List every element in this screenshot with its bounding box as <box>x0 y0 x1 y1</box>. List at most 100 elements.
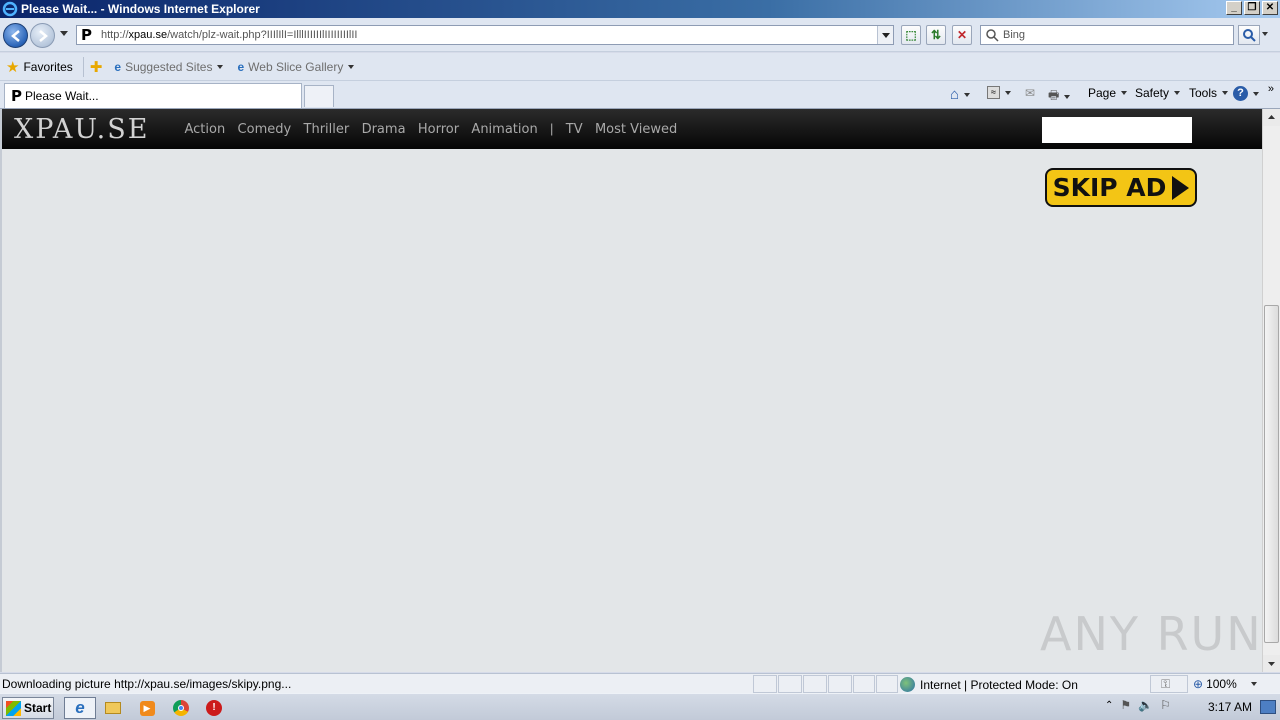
taskbar-clock[interactable]: 3:17 AM <box>1208 700 1252 714</box>
forward-button[interactable] <box>30 23 55 48</box>
status-panel <box>876 675 898 693</box>
feeds-button[interactable]: ≈ <box>987 86 1011 99</box>
favorites-button[interactable]: ★ Favorites <box>6 58 73 76</box>
restore-button[interactable]: ❐ <box>1244 1 1260 15</box>
status-text: Downloading picture http://xpau.se/image… <box>2 677 292 691</box>
compatibility-view-button[interactable]: ⬚ <box>901 25 921 45</box>
home-icon: ⌂ <box>950 86 960 103</box>
scroll-up-button[interactable] <box>1263 109 1280 126</box>
scroll-thumb[interactable] <box>1264 305 1279 643</box>
vertical-scrollbar[interactable] <box>1262 109 1280 672</box>
star-icon: ★ <box>6 58 20 76</box>
nav-drama[interactable]: Drama <box>362 122 406 137</box>
chevron-down-icon <box>217 64 224 69</box>
suggested-sites-link[interactable]: e Suggested Sites <box>114 59 224 74</box>
nav-comedy[interactable]: Comedy <box>238 122 292 137</box>
window-titlebar: Please Wait... - Windows Internet Explor… <box>0 0 1280 18</box>
globe-icon <box>900 677 915 692</box>
search-box[interactable]: Bing <box>980 25 1234 45</box>
address-bar[interactable]: P http://xpau.se/watch/plz-wait.php?IIIl… <box>76 25 894 45</box>
close-window-button[interactable]: ✕ <box>1262 1 1278 15</box>
safety-menu-label: Safety <box>1135 86 1170 100</box>
safety-menu[interactable]: Safety <box>1135 86 1181 100</box>
anyrun-watermark: ANY RUN <box>1040 607 1263 661</box>
site-header: XPAU.SE Action Comedy Thriller Drama Hor… <box>2 109 1262 149</box>
address-url[interactable]: http://xpau.se/watch/plz-wait.php?IIIlIl… <box>101 29 358 41</box>
media-player-icon: ▶ <box>139 700 155 716</box>
favorites-bar: ★ Favorites ✚ e Suggested Sites e Web Sl… <box>0 53 1280 81</box>
internet-explorer-icon: e <box>75 698 85 717</box>
security-zone[interactable]: Internet | Protected Mode: On <box>900 677 1078 692</box>
taskbar-chrome[interactable] <box>167 697 195 719</box>
chevron-down-icon <box>1222 91 1229 95</box>
windows-taskbar: Start e ▶ ! ⌃ ⚑ 🔈 ⚐ 3:17 AM <box>0 693 1280 720</box>
taskbar-internet-explorer[interactable]: e <box>64 697 96 719</box>
page-menu-label: Page <box>1088 86 1117 100</box>
nav-thriller[interactable]: Thriller <box>304 122 350 137</box>
nav-tv[interactable]: TV <box>566 122 583 137</box>
minimize-button[interactable]: _ <box>1226 1 1242 15</box>
chevron-down-icon <box>1250 682 1257 686</box>
refresh-button[interactable]: ⇅ <box>926 25 946 45</box>
internet-explorer-icon <box>2 1 18 17</box>
taskbar-media-player[interactable]: ▶ <box>133 697 161 719</box>
start-button[interactable]: Start <box>2 697 54 719</box>
stop-button[interactable]: ✕ <box>952 25 972 45</box>
favorites-label: Favorites <box>23 59 73 74</box>
add-to-favorites-icon[interactable]: ✚ <box>90 58 103 76</box>
suggested-sites-label: Suggested Sites <box>125 59 213 74</box>
chevron-down-icon <box>1064 94 1071 99</box>
recent-pages-dropdown[interactable] <box>60 31 68 36</box>
print-button[interactable]: 🖶 <box>1048 86 1071 107</box>
home-button[interactable]: ⌂ <box>950 86 971 103</box>
tray-expand-icon[interactable]: ⌃ <box>1105 700 1113 711</box>
page-menu[interactable]: Page <box>1088 86 1128 100</box>
site-logo[interactable]: XPAU.SE <box>14 114 149 145</box>
network-flag-icon[interactable]: ⚐ <box>1160 698 1171 712</box>
zoom-icon: ⊕ <box>1193 677 1204 691</box>
search-button[interactable] <box>1238 25 1260 45</box>
site-search-input[interactable] <box>1042 117 1192 143</box>
volume-icon[interactable]: 🔈 <box>1138 698 1153 712</box>
folder-icon <box>105 702 121 714</box>
web-slice-gallery-link[interactable]: e Web Slice Gallery <box>237 59 355 74</box>
nav-separator: | <box>550 121 554 136</box>
scroll-down-button[interactable] <box>1263 655 1280 672</box>
zoom-control[interactable]: ⊕ 100% <box>1193 677 1257 691</box>
zone-label: Internet | Protected Mode: On <box>920 677 1078 692</box>
tab-please-wait[interactable]: P Please Wait... <box>4 83 302 108</box>
skip-ad-button[interactable]: SKIP AD <box>1045 168 1197 207</box>
chevron-down-icon <box>1174 91 1181 95</box>
search-placeholder: Bing <box>1003 29 1026 41</box>
toolbar-overflow-icon[interactable]: » <box>1268 83 1274 95</box>
show-desktop-button[interactable] <box>1260 700 1276 714</box>
action-center-icon[interactable]: ⚑ <box>1120 698 1131 712</box>
new-tab-button[interactable] <box>304 85 334 107</box>
chevron-down-icon <box>964 92 971 97</box>
site-favicon-icon: P <box>81 26 92 44</box>
tab-label: Please Wait... <box>25 89 99 103</box>
taskbar-file-explorer[interactable] <box>99 697 127 719</box>
search-options-dropdown[interactable] <box>1262 32 1268 36</box>
start-label: Start <box>24 701 52 715</box>
taskbar-opera[interactable]: ! <box>200 697 228 719</box>
mail-button[interactable]: ✉ <box>1025 86 1035 100</box>
nav-action[interactable]: Action <box>184 122 225 137</box>
printer-icon: 🖶 <box>1048 88 1060 102</box>
ie-page-icon: e <box>237 59 245 74</box>
rss-icon: ≈ <box>987 86 1000 99</box>
chevron-up-icon <box>1268 115 1275 119</box>
address-dropdown-button[interactable] <box>877 26 893 44</box>
back-button[interactable] <box>3 23 28 48</box>
system-tray: ⌃ ⚑ 🔈 ⚐ <box>1105 698 1171 712</box>
nav-horror[interactable]: Horror <box>418 122 459 137</box>
protected-mode-panel[interactable]: ⚿ <box>1150 675 1188 693</box>
tools-menu[interactable]: Tools <box>1189 86 1229 100</box>
nav-most-viewed[interactable]: Most Viewed <box>595 122 677 137</box>
lock-icon: ⚿ <box>1161 677 1171 691</box>
status-panel <box>853 675 875 693</box>
help-button[interactable]: ? <box>1233 86 1259 101</box>
nav-animation[interactable]: Animation <box>471 122 537 137</box>
search-provider-icon <box>986 29 999 42</box>
zoom-level: 100% <box>1206 677 1237 691</box>
